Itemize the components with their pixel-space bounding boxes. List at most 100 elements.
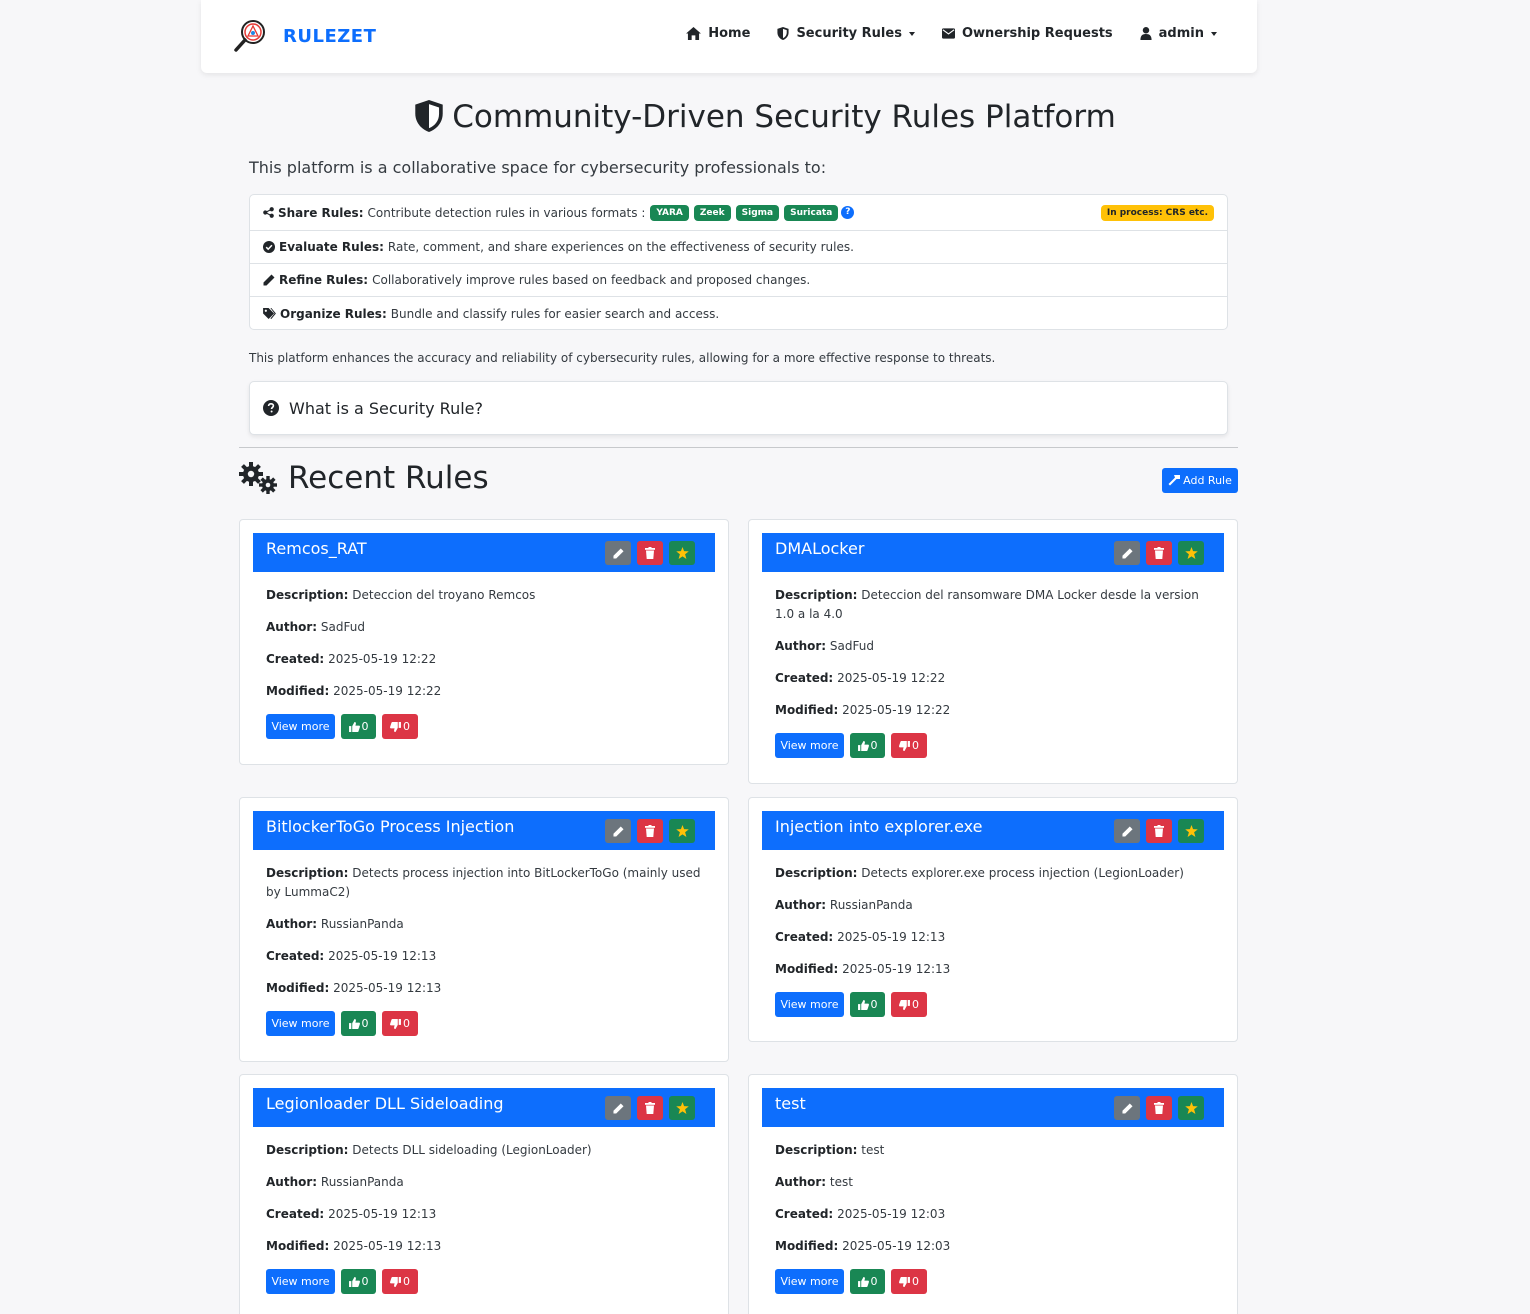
delete-rule-button[interactable] xyxy=(1146,541,1172,565)
thumbs-down-button[interactable]: 0 xyxy=(891,992,927,1017)
gears-icon xyxy=(239,462,277,494)
thumbs-down-count: 0 xyxy=(403,1275,410,1288)
view-more-button[interactable]: View more xyxy=(266,1269,335,1294)
view-more-button[interactable]: View more xyxy=(266,1011,335,1036)
created-label: Created: xyxy=(266,949,325,963)
description-value: test xyxy=(861,1143,885,1157)
favorite-rule-button[interactable] xyxy=(1178,819,1204,843)
thumbs-down-button[interactable]: 0 xyxy=(382,1011,418,1036)
thumbs-down-icon xyxy=(390,721,401,732)
nav-security-rules[interactable]: Security Rules xyxy=(777,26,915,41)
edit-rule-button[interactable] xyxy=(605,819,631,843)
rule-title[interactable]: Legionloader DLL Sideloading xyxy=(266,1094,503,1113)
brand[interactable]: RULEZET xyxy=(233,18,376,54)
brand-name: RULEZET xyxy=(283,25,377,47)
thumbs-down-button[interactable]: 0 xyxy=(382,714,418,739)
view-more-button[interactable]: View more xyxy=(775,1269,844,1294)
rule-card: Injection into explorer.exe Description:… xyxy=(748,797,1238,1042)
thumbs-down-icon xyxy=(390,1018,401,1029)
nav-user-menu[interactable]: admin xyxy=(1140,26,1217,41)
edit-rule-button[interactable] xyxy=(1114,819,1140,843)
tags-icon xyxy=(263,308,276,319)
rule-card-body: Description: Detects DLL sideloading (Le… xyxy=(266,1141,706,1294)
thumbs-down-icon xyxy=(899,1276,910,1287)
description-label: Description: xyxy=(266,866,349,880)
help-question-icon[interactable]: ? xyxy=(841,206,855,219)
author-value: RussianPanda xyxy=(320,1175,404,1189)
edit-rule-button[interactable] xyxy=(1114,541,1140,565)
rule-card-body: Description: Deteccion del ransomware DM… xyxy=(775,586,1215,758)
intro-text: This platform is a collaborative space f… xyxy=(249,158,827,177)
rule-title[interactable]: Remcos_RAT xyxy=(266,539,367,558)
thumbs-up-button[interactable]: 0 xyxy=(341,1011,376,1036)
rule-title[interactable]: BitlockerToGo Process Injection xyxy=(266,817,514,836)
description-value: Detects explorer.exe process injection (… xyxy=(861,866,1184,880)
rule-card: Remcos_RAT Description: Deteccion del tr… xyxy=(239,519,729,765)
thumbs-up-button[interactable]: 0 xyxy=(341,1269,376,1294)
what-is-security-rule-accordion[interactable]: What is a Security Rule? xyxy=(249,381,1228,435)
thumbs-up-button[interactable]: 0 xyxy=(850,733,885,758)
feature-evaluate-label: Evaluate Rules: xyxy=(279,240,384,254)
edit-rule-button[interactable] xyxy=(605,541,631,565)
caret-down-icon xyxy=(908,31,915,36)
favorite-rule-button[interactable] xyxy=(669,541,695,565)
view-more-label: View more xyxy=(271,720,330,733)
delete-rule-button[interactable] xyxy=(637,541,663,565)
thumbs-down-button[interactable]: 0 xyxy=(382,1269,418,1294)
rule-created: Created: 2025-05-19 12:13 xyxy=(266,947,706,966)
format-badge-sigma: Sigma xyxy=(735,204,780,221)
delete-rule-button[interactable] xyxy=(1146,819,1172,843)
edit-rule-button[interactable] xyxy=(1114,1096,1140,1120)
author-label: Author: xyxy=(775,1175,827,1189)
thumbs-up-button[interactable]: 0 xyxy=(850,1269,885,1294)
feature-organize-label: Organize Rules: xyxy=(280,306,387,321)
delete-rule-button[interactable] xyxy=(637,1096,663,1120)
rule-title[interactable]: Injection into explorer.exe xyxy=(775,817,982,836)
delete-rule-button[interactable] xyxy=(637,819,663,843)
delete-rule-button[interactable] xyxy=(1146,1096,1172,1120)
favorite-rule-button[interactable] xyxy=(1178,541,1204,565)
favorite-rule-button[interactable] xyxy=(669,819,695,843)
rule-modified: Modified: 2025-05-19 12:13 xyxy=(775,960,1215,979)
edit-rule-button[interactable] xyxy=(605,1096,631,1120)
rule-card-header: DMALocker xyxy=(762,533,1224,572)
nav-home[interactable]: Home xyxy=(686,26,750,41)
thumbs-up-icon xyxy=(857,740,869,751)
favorite-rule-button[interactable] xyxy=(669,1096,695,1120)
author-label: Author: xyxy=(266,917,318,931)
rule-vote-actions: View more 0 0 xyxy=(775,1269,1215,1294)
rule-author: Author: SadFud xyxy=(266,618,706,637)
rule-card-body: Description: Deteccion del troyano Remco… xyxy=(266,586,706,739)
created-label: Created: xyxy=(266,652,325,666)
favorite-rule-button[interactable] xyxy=(1178,1096,1204,1120)
created-value: 2025-05-19 12:22 xyxy=(328,652,437,666)
nav-menu: Home Security Rules Ownership Requests a… xyxy=(659,26,1217,41)
thumbs-down-button[interactable]: 0 xyxy=(891,733,927,758)
rule-card-header: Remcos_RAT xyxy=(253,533,715,572)
feature-organize: Organize Rules: Bundle and classify rule… xyxy=(250,297,1227,330)
author-value: RussianPanda xyxy=(829,898,913,912)
created-label: Created: xyxy=(266,1207,325,1221)
feature-organize-text: Bundle and classify rules for easier sea… xyxy=(390,306,720,321)
thumbs-up-icon xyxy=(857,999,869,1010)
format-badge-yara: YARA xyxy=(650,204,689,221)
thumbs-up-button[interactable]: 0 xyxy=(341,714,376,739)
thumbs-up-button[interactable]: 0 xyxy=(850,992,885,1017)
thumbs-down-button[interactable]: 0 xyxy=(891,1269,927,1294)
view-more-button[interactable]: View more xyxy=(266,714,335,739)
rule-modified: Modified: 2025-05-19 12:22 xyxy=(266,682,706,701)
rule-modified: Modified: 2025-05-19 12:22 xyxy=(775,701,1215,720)
add-rule-button[interactable]: Add Rule xyxy=(1162,468,1238,493)
rule-title[interactable]: test xyxy=(775,1094,806,1113)
rule-card: DMALocker Description: Deteccion del ran… xyxy=(748,519,1238,784)
rule-card: Legionloader DLL Sideloading Description… xyxy=(239,1074,729,1314)
view-more-button[interactable]: View more xyxy=(775,992,844,1017)
feature-share-text: Contribute detection rules in various fo… xyxy=(367,205,646,220)
rule-title[interactable]: DMALocker xyxy=(775,539,864,558)
description-label: Description: xyxy=(775,866,858,880)
rule-card-actions xyxy=(1108,541,1204,565)
created-label: Created: xyxy=(775,930,834,944)
thumbs-up-count: 0 xyxy=(361,1275,369,1288)
view-more-button[interactable]: View more xyxy=(775,733,844,758)
nav-ownership-requests[interactable]: Ownership Requests xyxy=(941,26,1113,41)
